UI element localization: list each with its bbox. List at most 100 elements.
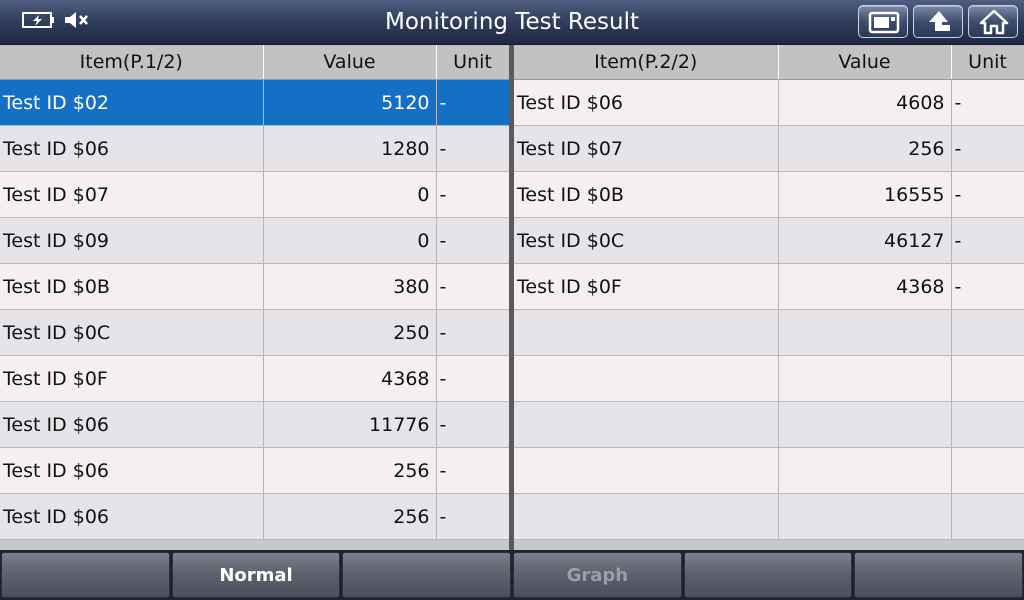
table-row[interactable] bbox=[514, 493, 1024, 540]
table-row[interactable]: Test ID $0B 380- bbox=[0, 263, 510, 310]
table-row[interactable]: Test ID $06 11776- bbox=[0, 401, 510, 448]
unit-cell: - bbox=[436, 355, 510, 402]
unit-cell: - bbox=[436, 263, 510, 310]
table-row[interactable]: Test ID $06 256- bbox=[0, 493, 510, 540]
graph-button[interactable]: Graph bbox=[513, 552, 682, 598]
unit-cell: - bbox=[436, 217, 510, 264]
unit-cell: - bbox=[951, 171, 1024, 218]
function-button-5[interactable] bbox=[683, 552, 853, 598]
column-header-item: Item(P.1/2) bbox=[0, 45, 264, 80]
screenshot-button[interactable] bbox=[858, 5, 908, 38]
function-button-3[interactable] bbox=[342, 552, 512, 598]
column-header-value: Value bbox=[263, 45, 437, 80]
unit-cell bbox=[951, 309, 1024, 356]
value-cell: 0 bbox=[263, 171, 437, 218]
table-row[interactable] bbox=[514, 355, 1024, 402]
function-bar: Normal Graph bbox=[0, 550, 1024, 600]
table-row[interactable]: Test ID $09 0- bbox=[0, 217, 510, 264]
screenshot-icon bbox=[868, 11, 900, 34]
results-table-page-2: Item(P.2/2) Value Unit Test ID $06 4608- … bbox=[514, 45, 1024, 540]
item-cell bbox=[514, 309, 779, 356]
table-row[interactable]: Test ID $0C 250- bbox=[0, 309, 510, 356]
title-bar: Monitoring Test Result bbox=[0, 0, 1024, 45]
value-cell: 16555 bbox=[778, 171, 952, 218]
table-row[interactable]: Test ID $02 5120- bbox=[0, 79, 510, 126]
item-cell: Test ID $06 bbox=[0, 447, 264, 494]
unit-cell bbox=[951, 447, 1024, 494]
value-cell: 1280 bbox=[263, 125, 437, 172]
table-row[interactable]: Test ID $07 0- bbox=[0, 171, 510, 218]
unit-cell: - bbox=[436, 309, 510, 356]
item-cell: Test ID $06 bbox=[0, 125, 264, 172]
value-cell bbox=[778, 493, 952, 540]
unit-cell: - bbox=[436, 447, 510, 494]
value-cell: 4608 bbox=[778, 79, 952, 126]
unit-cell bbox=[951, 355, 1024, 402]
item-cell: Test ID $07 bbox=[514, 125, 779, 172]
column-header-unit: Unit bbox=[951, 45, 1024, 80]
value-cell: 380 bbox=[263, 263, 437, 310]
value-cell: 256 bbox=[263, 493, 437, 540]
table-row[interactable] bbox=[514, 401, 1024, 448]
results-table-page-1: Item(P.1/2) Value Unit Test ID $02 5120- … bbox=[0, 45, 510, 540]
column-header-value: Value bbox=[778, 45, 952, 80]
item-cell: Test ID $0B bbox=[514, 171, 779, 218]
function-button-1[interactable] bbox=[1, 552, 170, 598]
item-cell: Test ID $06 bbox=[0, 493, 264, 540]
unit-cell: - bbox=[436, 125, 510, 172]
table-row[interactable]: Test ID $06 256- bbox=[0, 447, 510, 494]
item-cell: Test ID $0C bbox=[0, 309, 264, 356]
value-cell: 4368 bbox=[778, 263, 952, 310]
results-area: Item(P.1/2) Value Unit Test ID $02 5120- … bbox=[0, 45, 1024, 550]
table-row[interactable]: Test ID $06 4608- bbox=[514, 79, 1024, 126]
value-cell bbox=[778, 447, 952, 494]
unit-cell bbox=[951, 401, 1024, 448]
value-cell: 46127 bbox=[778, 217, 952, 264]
table-row[interactable]: Test ID $0F 4368- bbox=[514, 263, 1024, 310]
value-cell bbox=[778, 355, 952, 402]
value-cell: 4368 bbox=[263, 355, 437, 402]
item-cell: Test ID $06 bbox=[0, 401, 264, 448]
unit-cell: - bbox=[436, 79, 510, 126]
value-cell bbox=[778, 309, 952, 356]
item-cell bbox=[514, 493, 779, 540]
item-cell bbox=[514, 447, 779, 494]
table-row[interactable]: Test ID $0B 16555- bbox=[514, 171, 1024, 218]
item-cell: Test ID $0F bbox=[514, 263, 779, 310]
unit-cell: - bbox=[951, 217, 1024, 264]
back-arrow-icon bbox=[929, 11, 950, 31]
table-row[interactable] bbox=[514, 447, 1024, 494]
table-row[interactable]: Test ID $07 256- bbox=[514, 125, 1024, 172]
item-cell: Test ID $0B bbox=[0, 263, 264, 310]
item-cell bbox=[514, 355, 779, 402]
column-header-item: Item(P.2/2) bbox=[514, 45, 779, 80]
home-button[interactable] bbox=[968, 5, 1018, 38]
unit-cell: - bbox=[951, 263, 1024, 310]
unit-cell: - bbox=[436, 171, 510, 218]
table-row[interactable] bbox=[514, 309, 1024, 356]
item-cell: Test ID $06 bbox=[514, 79, 779, 126]
value-cell: 256 bbox=[263, 447, 437, 494]
value-cell: 0 bbox=[263, 217, 437, 264]
item-cell: Test ID $02 bbox=[0, 79, 264, 126]
item-cell bbox=[514, 401, 779, 448]
function-button-6[interactable] bbox=[854, 552, 1024, 598]
item-cell: Test ID $07 bbox=[0, 171, 264, 218]
back-button[interactable] bbox=[913, 5, 963, 38]
unit-cell bbox=[951, 493, 1024, 540]
unit-cell: - bbox=[951, 125, 1024, 172]
table-row[interactable]: Test ID $0C 46127- bbox=[514, 217, 1024, 264]
home-icon bbox=[979, 9, 1009, 35]
value-cell: 250 bbox=[263, 309, 437, 356]
value-cell: 256 bbox=[778, 125, 952, 172]
item-cell: Test ID $0C bbox=[514, 217, 779, 264]
item-cell: Test ID $09 bbox=[0, 217, 264, 264]
unit-cell: - bbox=[436, 401, 510, 448]
unit-cell: - bbox=[951, 79, 1024, 126]
column-header-unit: Unit bbox=[436, 45, 510, 80]
normal-button[interactable]: Normal bbox=[171, 552, 341, 598]
item-cell: Test ID $0F bbox=[0, 355, 264, 402]
table-row[interactable]: Test ID $06 1280- bbox=[0, 125, 510, 172]
value-cell: 5120 bbox=[263, 79, 437, 126]
table-row[interactable]: Test ID $0F 4368- bbox=[0, 355, 510, 402]
